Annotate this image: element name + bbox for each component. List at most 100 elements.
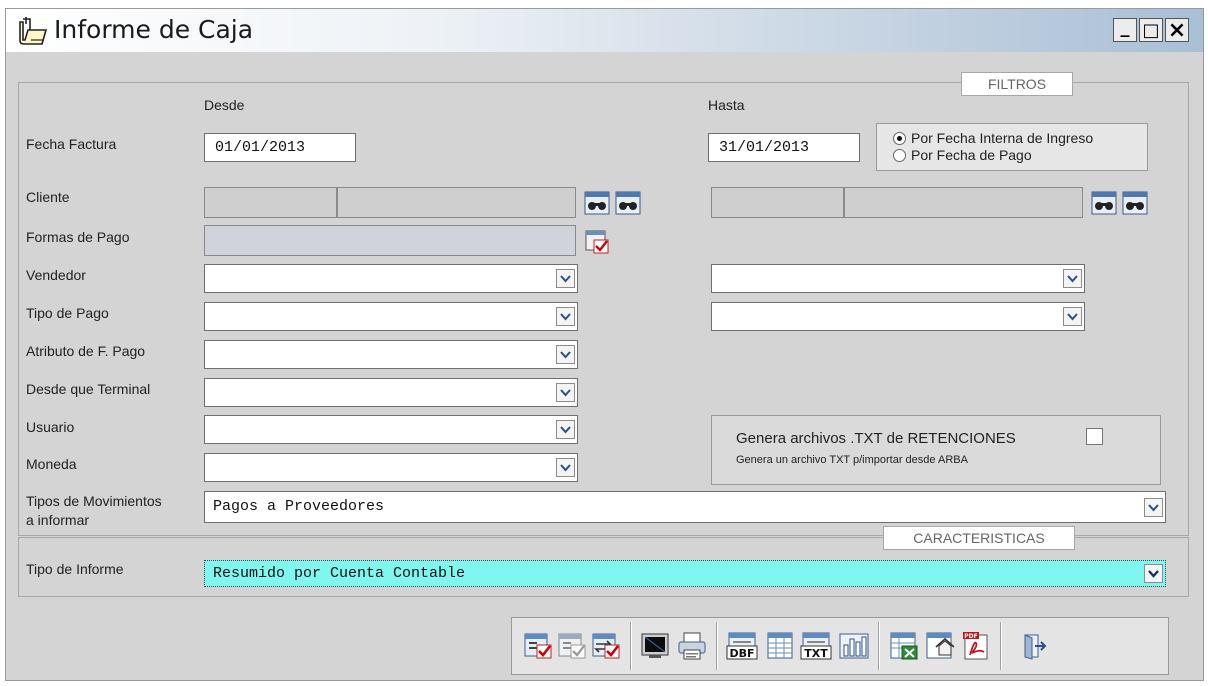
- cliente-desde-code-input[interactable]: [204, 187, 337, 218]
- cliente-desde-browse-button[interactable]: [614, 190, 642, 216]
- binoculars-icon: [1091, 191, 1117, 215]
- cliente-desde-search-button[interactable]: [583, 190, 611, 216]
- maximize-icon: □: [1142, 19, 1160, 41]
- close-button[interactable]: ×: [1165, 17, 1189, 43]
- export-excel-icon: [890, 632, 918, 660]
- radio-fecha-pago-label: Por Fecha de Pago: [911, 147, 1032, 163]
- invert-selection-icon: [592, 633, 620, 659]
- minimize-button[interactable]: _: [1113, 16, 1137, 42]
- chevron-down-icon[interactable]: [556, 345, 575, 364]
- invert-selection-button[interactable]: [588, 628, 624, 664]
- cliente-hasta-search-button[interactable]: [1090, 190, 1118, 216]
- minimize-icon: _: [1120, 16, 1130, 38]
- usuario-label: Usuario: [26, 419, 75, 435]
- tipo-informe-combo[interactable]: Resumido por Cuenta Contable: [204, 560, 1166, 587]
- chevron-down-icon[interactable]: [556, 383, 575, 402]
- export-html-button[interactable]: [922, 628, 958, 664]
- cliente-hasta-name-input[interactable]: [844, 187, 1083, 218]
- vendedor-hasta-combo[interactable]: [711, 264, 1085, 293]
- chevron-down-icon[interactable]: [556, 420, 575, 439]
- binoculars-list-icon: [615, 191, 641, 215]
- txt-text: TXT: [804, 647, 828, 660]
- chart-button[interactable]: [836, 628, 872, 664]
- moneda-label: Moneda: [26, 456, 77, 472]
- close-icon: ×: [1167, 17, 1187, 43]
- tipo-pago-label: Tipo de Pago: [26, 305, 109, 321]
- vendedor-label: Vendedor: [26, 267, 86, 283]
- print-button[interactable]: [674, 628, 710, 664]
- tipo-informe-label: Tipo de Informe: [26, 561, 124, 577]
- binoculars-list-icon: [1122, 191, 1148, 215]
- chart-icon: [839, 633, 869, 659]
- title-bar[interactable]: Informe de Caja _ □ ×: [6, 9, 1203, 52]
- tipo-pago-desde-combo[interactable]: [204, 302, 578, 331]
- fecha-hasta-input[interactable]: 31/01/2013: [708, 133, 860, 162]
- tipo-pago-hasta-combo[interactable]: [711, 302, 1085, 331]
- chevron-down-icon[interactable]: [556, 269, 575, 288]
- retenciones-group: Genera archivos .TXT de RETENCIONES Gene…: [711, 415, 1161, 485]
- retenciones-subtitle: Genera un archivo TXT p/importar desde A…: [736, 454, 968, 466]
- informe-de-caja-window: Informe de Caja _ □ × FILTROS Desde Hast…: [5, 8, 1204, 681]
- fecha-desde-input[interactable]: 01/01/2013: [204, 133, 356, 162]
- exit-button[interactable]: [1016, 628, 1052, 664]
- select-all-icon: [524, 633, 552, 659]
- atributo-combo[interactable]: [204, 340, 578, 369]
- cliente-hasta-code-input[interactable]: [711, 187, 844, 218]
- preview-screen-button[interactable]: [638, 628, 674, 664]
- preview-screen-icon: [641, 633, 669, 658]
- desde-label: Desde: [204, 97, 245, 113]
- chevron-down-icon[interactable]: [556, 458, 575, 477]
- tipos-mov-label-line2: a informar: [26, 512, 90, 528]
- formas-pago-label: Formas de Pago: [26, 229, 130, 245]
- export-table-button[interactable]: [762, 628, 798, 664]
- export-pdf-button[interactable]: PDF: [958, 628, 994, 664]
- folder-form-icon: [16, 16, 48, 51]
- export-html-icon: [926, 632, 955, 659]
- chevron-down-icon[interactable]: [1144, 498, 1163, 517]
- retenciones-title: Genera archivos .TXT de RETENCIONES: [736, 430, 1016, 447]
- maximize-button[interactable]: □: [1139, 18, 1163, 42]
- formas-pago-select-button[interactable]: [583, 229, 611, 255]
- atributo-label: Atributo de F. Pago: [26, 343, 146, 359]
- terminal-label: Desde que Terminal: [26, 381, 151, 397]
- radio-fecha-pago-circle[interactable]: [893, 149, 906, 162]
- chevron-down-icon[interactable]: [1063, 307, 1082, 326]
- hasta-label: Hasta: [708, 97, 745, 113]
- chevron-down-icon[interactable]: [1144, 564, 1163, 583]
- checklist-icon: [585, 230, 609, 254]
- formas-pago-input[interactable]: [204, 225, 576, 256]
- retenciones-checkbox[interactable]: [1086, 428, 1103, 445]
- tipos-movimientos-value: Pagos a Proveedores: [213, 498, 385, 515]
- vendedor-desde-combo[interactable]: [204, 264, 578, 293]
- select-none-icon: [558, 633, 586, 659]
- exit-icon: [1024, 634, 1047, 660]
- caracteristicas-legend: CARACTERISTICAS: [883, 526, 1075, 550]
- tipos-mov-label-line1: Tipos de Movimientos: [26, 493, 162, 509]
- cliente-hasta-browse-button[interactable]: [1121, 190, 1149, 216]
- moneda-combo[interactable]: [204, 453, 578, 482]
- print-icon: [678, 632, 706, 660]
- terminal-combo[interactable]: [204, 378, 578, 407]
- select-all-button[interactable]: [520, 628, 556, 664]
- radio-fecha-interna-label: Por Fecha Interna de Ingreso: [911, 130, 1094, 146]
- fecha-factura-label: Fecha Factura: [26, 136, 117, 152]
- select-none-button[interactable]: [554, 628, 590, 664]
- chevron-down-icon[interactable]: [1063, 269, 1082, 288]
- toolbar-separator: [716, 622, 717, 670]
- export-dbf-button[interactable]: DBF: [724, 628, 760, 664]
- export-table-icon: [767, 632, 793, 659]
- radio-fecha-interna-circle[interactable]: [893, 132, 906, 145]
- export-txt-button[interactable]: TXT: [798, 628, 834, 664]
- fecha-type-radio-group: Por Fecha Interna de Ingreso Por Fecha d…: [876, 123, 1148, 171]
- export-txt-icon: TXT: [800, 632, 832, 660]
- action-toolbar: DBF TXT PDF: [511, 617, 1169, 675]
- toolbar-separator: [878, 622, 879, 670]
- pdf-text: PDF: [964, 633, 977, 640]
- tipo-informe-value: Resumido por Cuenta Contable: [213, 565, 466, 582]
- tipos-movimientos-combo[interactable]: Pagos a Proveedores: [204, 491, 1166, 523]
- chevron-down-icon[interactable]: [556, 307, 575, 326]
- usuario-combo[interactable]: [204, 415, 578, 444]
- export-excel-button[interactable]: [886, 628, 922, 664]
- cliente-desde-name-input[interactable]: [337, 187, 576, 218]
- export-pdf-icon: PDF: [963, 632, 988, 660]
